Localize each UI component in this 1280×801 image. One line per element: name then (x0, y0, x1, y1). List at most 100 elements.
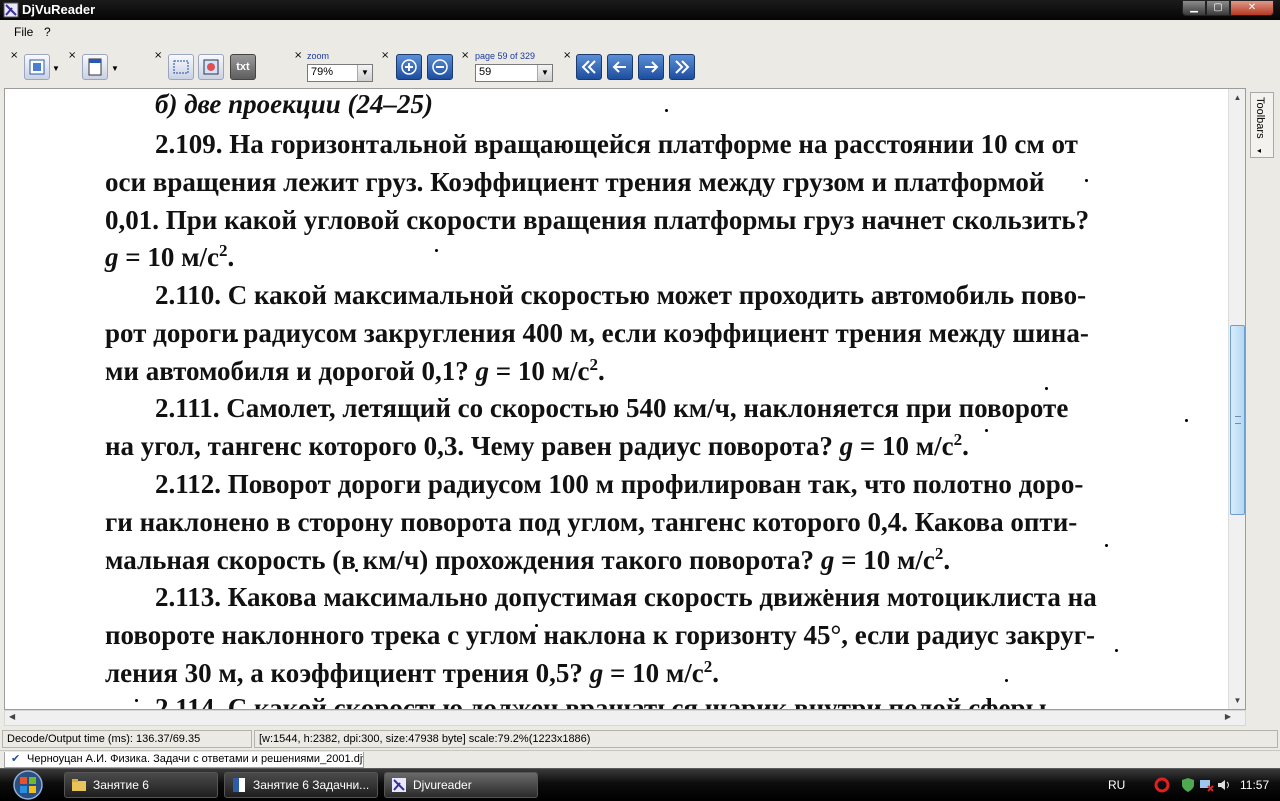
document-line: повороте наклонного трека с углом наклон… (105, 620, 1095, 651)
last-page-button[interactable] (669, 54, 695, 80)
line-text: На горизонтальной вращающейся платформе … (222, 129, 1078, 159)
scan-speck (825, 589, 828, 592)
file-tab[interactable]: ✔ Черноуцан А.И. Физика. Задачи с ответа… (4, 752, 364, 768)
menu-help[interactable]: ? (44, 25, 51, 39)
page-layout-button[interactable] (82, 54, 108, 80)
language-indicator[interactable]: RU (1108, 778, 1125, 792)
horizontal-scrollbar[interactable]: ◀ ▶ (4, 710, 1246, 726)
scan-speck (135, 699, 138, 702)
taskbar: Занятие 6 Занятие 6 Задачни... Djvureade… (0, 768, 1280, 800)
network-icon[interactable] (1198, 777, 1214, 793)
word-document-icon (233, 778, 245, 792)
toolbar-close-icon[interactable]: × (381, 50, 389, 61)
line-text: б) две проекции (24–25) (155, 89, 434, 119)
window-title: DjVuReader (22, 2, 96, 17)
view-mode-button[interactable] (24, 54, 50, 80)
scan-speck (1105, 544, 1108, 547)
volume-icon[interactable] (1216, 777, 1232, 793)
start-button[interactable] (8, 769, 48, 801)
zoom-value: 79% (311, 66, 334, 78)
system-tray: RU 11:57 (1080, 769, 1280, 801)
status-bar: Decode/Output time (ms): 136.37/69.35 [w… (0, 729, 1280, 749)
line-text: . (943, 545, 951, 575)
selection-icon (173, 60, 189, 74)
scan-speck (1085, 179, 1088, 182)
line-text: ми автомобиля и дорогой 0,1? (105, 356, 476, 386)
chevron-down-icon[interactable]: ▼ (52, 64, 60, 73)
g-symbol: g (105, 242, 119, 272)
layout-icon (29, 59, 45, 75)
taskbar-label: Занятие 6 Задачни... (253, 778, 370, 792)
zoom-out-button[interactable] (427, 54, 453, 80)
document-line: мальная скорость (в км/ч) прохождения та… (105, 544, 950, 576)
document-view[interactable]: б) две проекции (24–25) 2.109. На горизон… (4, 88, 1246, 710)
taskbar-item-djvureader[interactable]: Djvureader (384, 772, 538, 798)
scan-speck (435, 249, 438, 252)
document-line: 2.110. С какой максимальной скоростью мо… (155, 280, 1086, 311)
toolbar-close-icon[interactable]: × (10, 50, 18, 61)
document-line: 2.111. Самолет, летящий со скоростью 540… (155, 393, 1068, 424)
document-page: б) две проекции (24–25) 2.109. На горизон… (105, 89, 1188, 710)
left-arrow-icon (612, 61, 626, 73)
g-symbol: g (839, 431, 854, 461)
djvu-app-icon (3, 2, 19, 18)
line-text: . (598, 356, 605, 386)
page-value: 59 (479, 66, 492, 78)
taskbar-item-document[interactable]: Занятие 6 Задачни... (224, 772, 378, 798)
close-button[interactable]: ✕ (1230, 0, 1274, 16)
next-page-button[interactable] (638, 54, 664, 80)
scroll-left-icon[interactable]: ◀ (9, 712, 15, 721)
minimize-button[interactable]: ▁ (1182, 0, 1206, 16)
first-page-button[interactable] (576, 54, 602, 80)
scroll-right-icon[interactable]: ▶ (1225, 712, 1231, 721)
chevron-down-icon[interactable]: ▼ (111, 64, 119, 73)
document-line: ми автомобиля и дорогой 0,1? g = 10 м/с2… (105, 355, 605, 387)
text-mode-button[interactable]: txt (230, 54, 256, 80)
chevron-down-icon[interactable]: ▼ (357, 65, 372, 81)
zoom-out-icon (432, 59, 448, 75)
opera-icon[interactable] (1154, 777, 1170, 793)
zoom-in-icon (401, 59, 417, 75)
taskbar-item-folder[interactable]: Занятие 6 (64, 772, 218, 798)
shield-icon[interactable] (1180, 777, 1196, 793)
line-text: . (712, 658, 719, 688)
toolbar-close-icon[interactable]: × (461, 50, 469, 61)
superscript: 2 (703, 657, 713, 676)
problem-number: 2.111. (155, 393, 220, 423)
line-text: ги наклонено в сторону поворота под угло… (105, 507, 1078, 537)
problem-number: 2.112. (155, 469, 222, 499)
title-bar[interactable]: DjVuReader ▁ ▢ ✕ (0, 0, 1280, 20)
zoom-select[interactable]: 79% ▼ (307, 64, 373, 82)
vertical-scrollbar[interactable]: ▲ ▼ (1228, 89, 1245, 709)
document-line-cut: 2.114. С какой скоростью должен вращатьс… (155, 693, 1047, 710)
scroll-down-icon[interactable]: ▼ (1230, 693, 1245, 708)
maximize-button[interactable]: ▢ (1206, 0, 1230, 16)
document-info: [w:1544, h:2382, dpi:300, size:47938 byt… (254, 730, 1278, 748)
select-area-button[interactable] (168, 54, 194, 80)
scroll-thumb[interactable] (1230, 325, 1245, 515)
toolbar-close-icon[interactable]: × (563, 50, 571, 61)
zoom-in-button[interactable] (396, 54, 422, 80)
problem-number: 2.113. (155, 582, 222, 612)
document-line: g = 10 м/с2. (105, 241, 234, 273)
taskbar-label: Занятие 6 (93, 778, 149, 792)
scan-speck (1185, 419, 1188, 422)
scan-speck (1045, 387, 1048, 390)
chevron-down-icon[interactable]: ▼ (537, 65, 552, 81)
right-arrow-icon (645, 61, 659, 73)
menu-file[interactable]: File (14, 25, 33, 39)
toolbar-close-icon[interactable]: × (68, 50, 76, 61)
toolbar: × ▼ × ▼ × txt × zoom 79% ▼ × × page 59 o… (0, 46, 1280, 88)
page-select[interactable]: 59 ▼ (475, 64, 553, 82)
g-symbol: g (820, 545, 835, 575)
toolbar-close-icon[interactable]: × (154, 50, 162, 61)
scan-speck (665, 109, 668, 112)
prev-page-button[interactable] (607, 54, 633, 80)
line-text: = 10 м/с (118, 242, 220, 272)
scroll-up-icon[interactable]: ▲ (1230, 90, 1245, 105)
toolbars-side-tab[interactable]: Toolbars ◂ (1250, 92, 1274, 158)
image-mode-button[interactable] (198, 54, 224, 80)
g-symbol: g (475, 356, 489, 386)
toolbar-close-icon[interactable]: × (294, 50, 302, 61)
document-line: рот дороги радиусом закругления 400 м, е… (105, 318, 1089, 349)
